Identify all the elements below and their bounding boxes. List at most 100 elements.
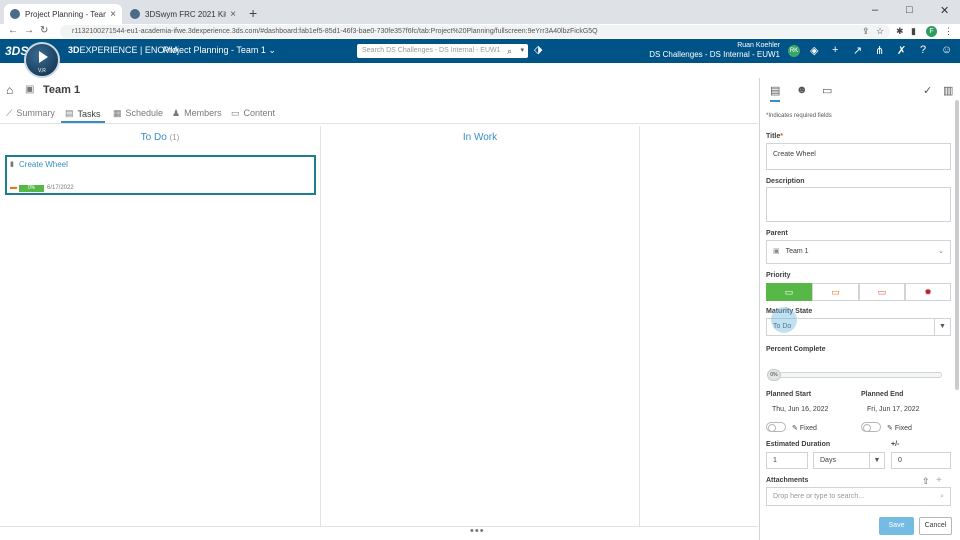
tag-icon[interactable]: ⬗ <box>534 43 542 56</box>
assignees-tab-icon[interactable]: ☻ <box>796 84 808 96</box>
properties-tab-icon[interactable]: ▤ <box>770 84 781 102</box>
trash-icon[interactable]: ▥ <box>943 84 953 97</box>
cancel-button[interactable]: Cancel <box>919 517 952 535</box>
task-icon: ▮ <box>10 161 14 168</box>
parent-label: Parent <box>766 230 788 237</box>
save-button[interactable]: Save <box>879 517 914 535</box>
caret-down-icon: ▼ <box>869 453 884 468</box>
browser-tabstrip: Project Planning - Team 1 × 3DSwym FRC 2… <box>0 0 960 24</box>
browser-tab-project-planning[interactable]: Project Planning - Team 1 × <box>4 4 122 24</box>
help-icon[interactable]: ? <box>920 44 926 56</box>
slider-value: 0% <box>770 372 778 378</box>
task-card-title[interactable]: Create Wheel <box>19 160 68 169</box>
tab-tasks[interactable]: ▤ Tasks <box>61 106 105 123</box>
bookmark-star-icon[interactable]: ☆ <box>876 26 884 37</box>
chevron-down-icon[interactable]: ▾ <box>520 44 524 58</box>
duration-unit-select[interactable]: Days ▼ <box>813 452 885 469</box>
planned-end-date[interactable]: Fri, Jun 17, 2022 <box>867 406 920 413</box>
priority-high-icon: ▭ <box>877 287 887 297</box>
panel-scrollbar[interactable] <box>955 100 959 390</box>
priority-medium-button[interactable]: ▭ <box>812 283 859 301</box>
duration-value: 1 <box>773 457 777 464</box>
duration-input[interactable]: 1 <box>766 452 808 469</box>
browser-tab-label: Project Planning - Team 1 <box>25 9 106 19</box>
tab-label: Tasks <box>77 108 101 119</box>
required-note-text: Indicates required fields <box>768 113 832 119</box>
compass-icon[interactable]: V,R <box>24 42 60 78</box>
priority-urgent-button[interactable]: ✹ <box>905 283 951 301</box>
sidebar-icon[interactable]: ▮ <box>911 26 916 37</box>
tab-content[interactable]: ▭ Content <box>231 106 275 120</box>
estimated-duration-label: Estimated Duration <box>766 441 831 448</box>
line-chart-icon: ⟋ <box>6 107 13 118</box>
back-arrow-icon[interactable]: ← <box>8 25 18 36</box>
plusminus-input[interactable]: 0 <box>891 452 951 469</box>
search-input[interactable]: Search DS Challenges - DS Internal - EUW… <box>357 44 528 58</box>
team-icon: ▣ <box>25 84 35 95</box>
url-text: r1132100271544-eu1-academia-ifwe.3dexper… <box>72 28 598 35</box>
browser-tab-3dswym[interactable]: 3DSwym FRC 2021 Kit of Parts × <box>124 4 242 24</box>
user-name: Ruan Koehler <box>737 42 780 49</box>
tab-label: Members <box>184 108 222 118</box>
duration-unit-value: Days <box>820 457 836 464</box>
mouse-cursor-highlight <box>771 307 797 333</box>
search-icon[interactable]: ⌕ <box>507 44 512 58</box>
planned-start-label: Planned Start <box>766 391 812 398</box>
percent-complete-slider[interactable]: 0% <box>767 369 942 381</box>
comments-tab-icon[interactable]: ▭ <box>822 84 832 97</box>
tab-schedule[interactable]: ▦ Schedule <box>113 106 163 120</box>
upload-icon[interactable]: ⇧ <box>922 476 930 487</box>
priority-label: Priority <box>766 272 791 279</box>
share-icon[interactable]: ↗ <box>853 44 862 57</box>
add-attachment-icon[interactable]: + <box>936 475 942 486</box>
title-label-text: Title <box>766 133 781 140</box>
home-icon[interactable]: ⌂ <box>6 83 13 97</box>
column-divider <box>639 126 640 526</box>
title-field[interactable]: Create Wheel <box>766 143 951 170</box>
priority-high-button[interactable]: ▭ <box>859 283 905 301</box>
priority-low-button[interactable]: ▭ <box>766 283 812 301</box>
browser-menu-icon[interactable]: ⋮ <box>944 26 953 37</box>
tools-icon[interactable]: ✗ <box>897 44 906 57</box>
task-card[interactable]: ▮ Create Wheel ▬ 0% 6/17/2022 <box>5 155 316 195</box>
user-menu-icon[interactable]: ☺ <box>941 44 952 56</box>
network-icon[interactable]: ⋔ <box>875 44 884 57</box>
description-field[interactable] <box>766 187 951 222</box>
tab-members[interactable]: ♟ Members <box>172 106 222 120</box>
tab-summary[interactable]: ⟋ Summary <box>6 106 55 120</box>
plusminus-value: 0 <box>898 457 902 464</box>
attachments-label: Attachments <box>766 477 809 484</box>
fixed-text: Fixed <box>894 425 912 432</box>
panel-resize-handle[interactable]: ••• <box>470 525 485 537</box>
close-tab-icon[interactable]: × <box>110 9 116 20</box>
planned-start-date[interactable]: Thu, Jun 16, 2022 <box>772 406 828 413</box>
parent-select[interactable]: ▣ Team 1 ⌄ <box>766 240 951 264</box>
close-window-icon[interactable]: ✕ <box>940 4 949 17</box>
user-avatar[interactable]: RK <box>788 45 800 57</box>
url-bar[interactable]: r1132100271544-eu1-academia-ifwe.3dexper… <box>60 25 890 38</box>
app-title-dropdown[interactable]: Project Planning - Team 1 ⌄ <box>163 45 276 56</box>
attachments-search-input[interactable]: Drop here or type to search... ⌕ <box>766 487 951 506</box>
end-fixed-toggle[interactable] <box>861 422 881 432</box>
checkmark-icon[interactable]: ✓ <box>923 84 932 97</box>
share-page-icon[interactable]: ⇪ <box>862 26 870 37</box>
tab-label: Content <box>243 108 276 118</box>
add-icon[interactable]: + <box>832 44 838 56</box>
profile-avatar[interactable]: F <box>926 26 937 37</box>
minimize-icon[interactable]: – <box>872 4 878 16</box>
notification-icon[interactable]: ◈ <box>810 44 818 57</box>
reload-icon[interactable]: ↻ <box>40 25 48 36</box>
close-tab-icon[interactable]: × <box>230 9 236 20</box>
slider-handle[interactable]: 0% <box>767 369 781 381</box>
title-value: Create Wheel <box>773 151 816 158</box>
maximize-icon[interactable]: □ <box>906 4 913 16</box>
extensions-icon[interactable]: ✱ <box>896 26 904 37</box>
planned-end-label: Planned End <box>861 391 904 398</box>
pin-icon: ✎ <box>792 425 798 432</box>
new-tab-button[interactable]: + <box>249 5 257 21</box>
search-placeholder: Search DS Challenges - DS Internal - EUW… <box>362 47 501 54</box>
task-percent-badge: 0% <box>19 185 44 192</box>
description-label: Description <box>766 178 805 185</box>
forward-arrow-icon[interactable]: → <box>24 25 34 36</box>
start-fixed-toggle[interactable] <box>766 422 786 432</box>
